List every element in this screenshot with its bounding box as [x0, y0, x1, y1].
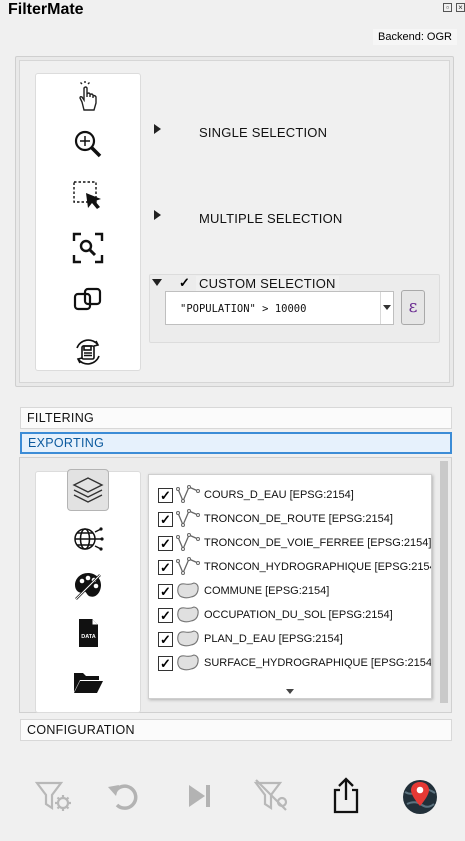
custom-selection-collapse-icon[interactable] [152, 279, 162, 286]
expression-dropdown[interactable] [380, 292, 393, 324]
list-scroll-down-icon[interactable] [286, 689, 294, 694]
custom-selection-check-icon[interactable]: ✓ [179, 275, 190, 291]
filtering-section[interactable]: FILTERING [20, 407, 452, 429]
export-share-icon[interactable] [327, 776, 367, 816]
export-scrollbar-thumb[interactable] [440, 461, 448, 703]
undo-icon[interactable] [105, 776, 145, 816]
data-file-icon[interactable]: DATA [72, 617, 104, 649]
selection-toolbar [35, 73, 141, 371]
expression-builder-button[interactable]: ε [401, 290, 425, 325]
pointer-hand-icon[interactable] [72, 80, 104, 112]
globe-network-icon[interactable] [72, 523, 104, 555]
zoom-in-icon[interactable] [72, 128, 104, 160]
layer-name: COURS_D_EAU [EPSG:2154] [204, 489, 354, 501]
zoom-to-selection-icon[interactable] [72, 232, 104, 264]
clear-filter-icon[interactable] [252, 776, 292, 816]
layer-row[interactable]: ✓ OCCUPATION_DU_SOL [EPSG:2154] [158, 605, 393, 625]
multiple-selection-expand-icon[interactable] [154, 210, 161, 220]
layer-checkbox[interactable]: ✓ [158, 583, 173, 599]
layer-list: ✓ COURS_D_EAU [EPSG:2154] ✓ TRONCON_DE_ROUT… [148, 474, 432, 699]
copy-layers-icon[interactable] [72, 284, 104, 316]
layer-row[interactable]: ✓ TRONCON_DE_ROUTE [EPSG:2154] [158, 509, 393, 529]
line-layer-icon [176, 485, 200, 505]
layer-checkbox[interactable]: ✓ [158, 655, 173, 671]
chevron-down-icon [383, 305, 391, 310]
custom-selection-label[interactable]: CUSTOM SELECTION [196, 276, 339, 291]
single-selection-label[interactable]: SINGLE SELECTION [199, 125, 327, 140]
multiple-selection-label[interactable]: MULTIPLE SELECTION [199, 211, 343, 226]
line-layer-icon [176, 509, 200, 529]
layer-name: PLAN_D_EAU [EPSG:2154] [204, 633, 343, 645]
configuration-section[interactable]: CONFIGURATION [20, 719, 452, 741]
rectangle-select-icon[interactable] [72, 180, 104, 212]
layer-row[interactable]: ✓ PLAN_D_EAU [EPSG:2154] [158, 629, 343, 649]
layer-checkbox[interactable]: ✓ [158, 631, 173, 647]
close-icon[interactable]: × [456, 3, 465, 12]
layer-name: SURFACE_HYDROGRAPHIQUE [EPSG:2154] [204, 657, 432, 669]
layer-checkbox[interactable]: ✓ [158, 511, 173, 527]
layer-name: TRONCON_DE_VOIE_FERREE [EPSG:2154] [204, 537, 432, 549]
skip-forward-icon[interactable] [180, 776, 220, 816]
polygon-layer-icon [176, 605, 200, 625]
layer-checkbox[interactable]: ✓ [158, 607, 173, 623]
save-refresh-icon[interactable] [72, 336, 104, 368]
layer-row[interactable]: ✓ TRONCON_DE_VOIE_FERREE [EPSG:2154] [158, 533, 431, 553]
layer-row[interactable]: ✓ SURFACE_HYDROGRAPHIQUE [EPSG:2154] [158, 653, 432, 673]
layers-icon[interactable] [67, 469, 109, 511]
line-layer-icon [176, 557, 200, 577]
layer-name: TRONCON_HYDROGRAPHIQUE [EPSG:2154] [204, 561, 432, 573]
layer-checkbox[interactable]: ✓ [158, 559, 173, 575]
line-layer-icon [176, 533, 200, 553]
svg-text:DATA: DATA [81, 634, 95, 640]
export-toolbar: DATA [35, 469, 141, 713]
backend-label: Backend: OGR [373, 29, 457, 45]
polygon-layer-icon [176, 629, 200, 649]
layer-name: TRONCON_DE_ROUTE [EPSG:2154] [204, 513, 393, 525]
folder-icon[interactable] [72, 666, 104, 698]
filter-settings-icon[interactable] [34, 776, 74, 816]
layer-name: COMMUNE [EPSG:2154] [204, 585, 330, 597]
layer-name: OCCUPATION_DU_SOL [EPSG:2154] [204, 609, 393, 621]
palette-icon[interactable] [72, 570, 104, 602]
single-selection-expand-icon[interactable] [154, 124, 161, 134]
restore-icon[interactable]: ▫ [443, 3, 452, 12]
layer-row[interactable]: ✓ TRONCON_HYDROGRAPHIQUE [EPSG:2154] [158, 557, 432, 577]
layer-row[interactable]: ✓ COURS_D_EAU [EPSG:2154] [158, 485, 354, 505]
window-title: FilterMate [8, 1, 84, 18]
layer-checkbox[interactable]: ✓ [158, 487, 173, 503]
exporting-section[interactable]: EXPORTING [20, 432, 452, 454]
polygon-layer-icon [176, 653, 200, 673]
polygon-layer-icon [176, 581, 200, 601]
layer-checkbox[interactable]: ✓ [158, 535, 173, 551]
map-pin-icon[interactable] [400, 776, 440, 816]
expression-input[interactable]: "POPULATION" > 10000 [165, 291, 394, 325]
layer-row[interactable]: ✓ COMMUNE [EPSG:2154] [158, 581, 329, 601]
